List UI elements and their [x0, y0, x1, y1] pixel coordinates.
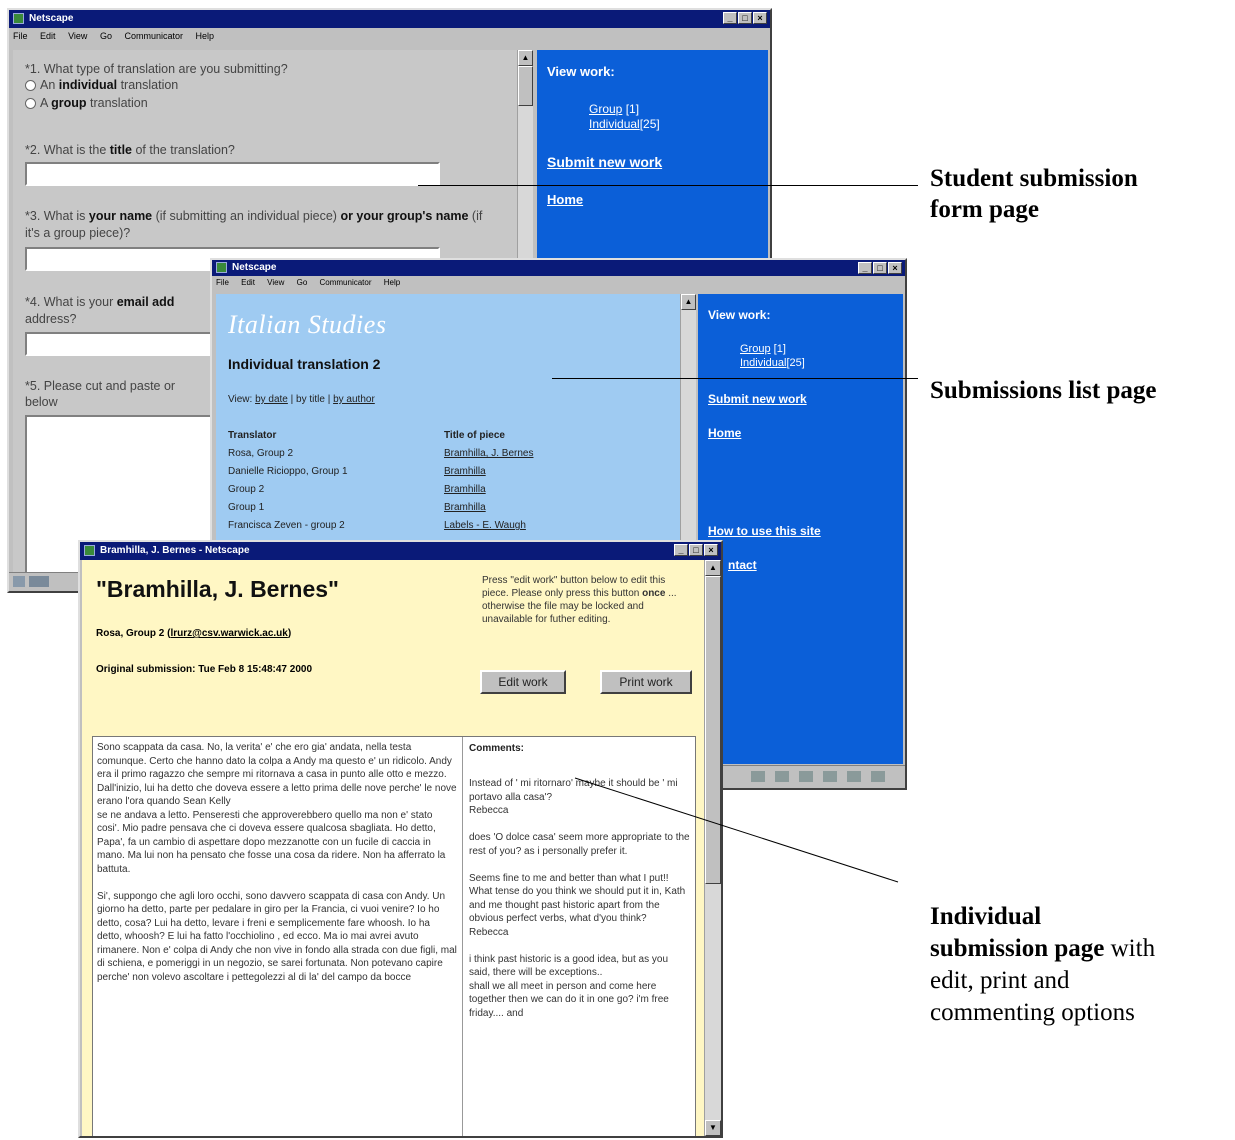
detail-callout-rest1: with	[1104, 935, 1156, 962]
detail-callout-rest3: commenting options	[930, 999, 1135, 1026]
detail-callout-rest2: edit, print and	[930, 967, 1070, 994]
form-callout-line2: form page	[930, 196, 1039, 223]
list-callout-label: Submissions list page	[930, 377, 1157, 404]
detail-callout-bold1: Individual	[930, 903, 1042, 930]
detail-callout-bold2: submission page	[930, 935, 1105, 962]
form-callout-line1: Student submission	[930, 165, 1138, 192]
form-callout-label: Student submission form page	[930, 163, 1138, 225]
detail-callout-label: Individual submission page with edit, pr…	[930, 901, 1155, 1029]
